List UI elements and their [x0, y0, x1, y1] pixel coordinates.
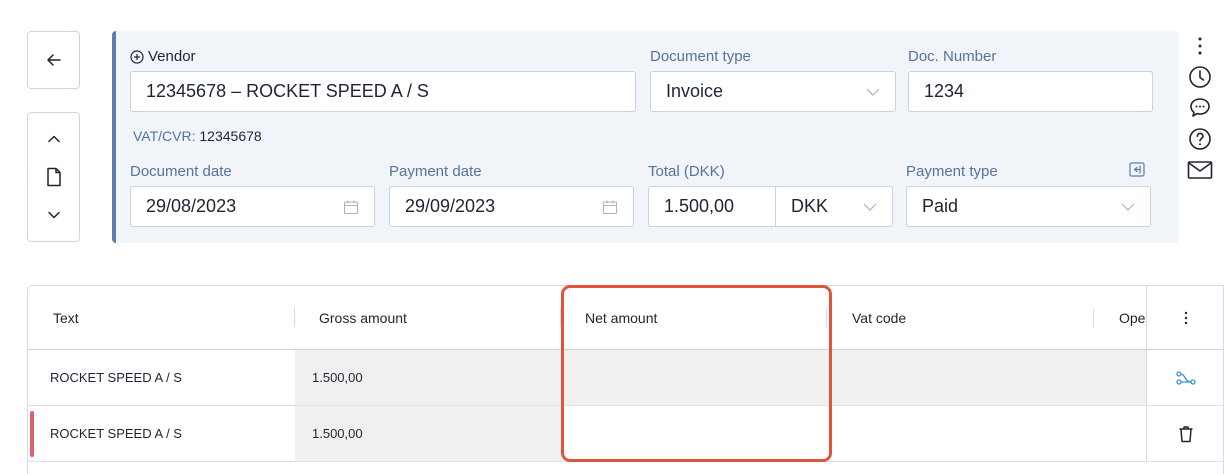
trash-icon: [1179, 425, 1193, 442]
arrow-left-icon: [46, 54, 61, 66]
currency-value: DKK: [791, 196, 829, 216]
vendor-input[interactable]: 12345678 – ROCKET SPEED A / S: [130, 71, 636, 112]
table-menu-button[interactable]: [1146, 286, 1223, 349]
total-value: 1.500,00: [664, 196, 735, 216]
vat-cvr-line: VAT/CVR: 12345678: [133, 128, 262, 144]
document-date-input[interactable]: 29/08/2023: [130, 186, 375, 227]
payment-date-value: 29/09/2023: [405, 196, 496, 216]
chevron-down-icon: [1121, 202, 1135, 212]
document-icon: [46, 167, 61, 187]
history-button[interactable]: [1188, 61, 1212, 92]
vendor-value: 12345678 – ROCKET SPEED A / S: [146, 81, 429, 101]
chevron-down-icon: [863, 202, 877, 212]
calendar-icon[interactable]: [602, 199, 618, 215]
mail-icon: [1187, 160, 1213, 179]
highlight-net-amount-column: [561, 285, 832, 462]
chevron-up-icon: [47, 136, 60, 143]
payment-type-label: Payment type: [906, 163, 998, 180]
comments-button[interactable]: [1188, 92, 1212, 123]
payment-date-input[interactable]: 29/09/2023: [389, 186, 634, 227]
vendor-label[interactable]: Vendor: [130, 48, 196, 65]
column-header-ope[interactable]: Ope: [1119, 286, 1146, 349]
vat-label: VAT/CVR:: [133, 128, 196, 144]
cell-text[interactable]: ROCKET SPEED A / S: [50, 350, 295, 405]
clock-icon: [1189, 65, 1211, 88]
column-header-gross-amount[interactable]: Gross amount: [319, 286, 407, 349]
help-button[interactable]: [1188, 123, 1212, 154]
chevron-down-icon: [866, 87, 880, 97]
next-document-button[interactable]: [45, 206, 63, 224]
back-button[interactable]: [27, 31, 80, 89]
document-type-label: Document type: [650, 48, 751, 65]
document-type-value: Invoice: [666, 81, 724, 101]
document-button[interactable]: [45, 167, 63, 187]
email-button[interactable]: [1187, 154, 1213, 185]
vendor-label-text: Vendor: [148, 48, 196, 65]
cell-gross-amount[interactable]: 1.500,00: [295, 406, 561, 461]
delete-line-button[interactable]: [1146, 406, 1223, 461]
calendar-icon[interactable]: [343, 199, 359, 215]
more-options-button[interactable]: [1197, 30, 1203, 61]
vat-value: 12345678: [199, 128, 262, 144]
doc-number-input[interactable]: 1234: [908, 71, 1153, 112]
total-label: Total (DKK): [648, 163, 725, 180]
document-date-value: 29/08/2023: [146, 196, 237, 216]
row-error-marker: [30, 411, 34, 457]
column-resizer[interactable]: [1093, 308, 1094, 327]
right-action-rail: [1186, 30, 1214, 185]
chat-icon: [1190, 97, 1210, 117]
currency-select[interactable]: DKK: [775, 186, 893, 227]
cell-text[interactable]: ROCKET SPEED A / S: [50, 406, 295, 461]
payment-type-select[interactable]: Paid: [906, 186, 1151, 227]
doc-number-label: Doc. Number: [908, 48, 997, 65]
collapse-icon: [1129, 162, 1145, 177]
document-type-select[interactable]: Invoice: [650, 71, 896, 112]
column-resizer[interactable]: [294, 308, 295, 327]
column-header-vat-code[interactable]: Vat code: [852, 286, 906, 349]
split-line-button[interactable]: [1146, 350, 1223, 405]
doc-number-value: 1234: [924, 81, 965, 101]
column-header-text[interactable]: Text: [53, 286, 79, 349]
chevron-down-icon: [47, 211, 60, 218]
payment-date-label: Payment date: [389, 163, 482, 180]
help-icon: [1189, 127, 1211, 150]
total-input[interactable]: 1.500,00: [648, 186, 776, 227]
document-navigator: [27, 112, 80, 242]
payment-type-value: Paid: [922, 196, 959, 216]
more-vertical-icon: [1198, 37, 1202, 54]
more-vertical-icon: [1184, 311, 1188, 324]
add-circle-icon: [130, 49, 144, 64]
collapse-panel-button[interactable]: [1129, 162, 1146, 183]
document-date-label: Document date: [130, 163, 232, 180]
document-header-panel: Vendor 12345678 – ROCKET SPEED A / S Doc…: [112, 31, 1179, 243]
split-icon: [1176, 370, 1196, 385]
previous-document-button[interactable]: [45, 130, 63, 148]
